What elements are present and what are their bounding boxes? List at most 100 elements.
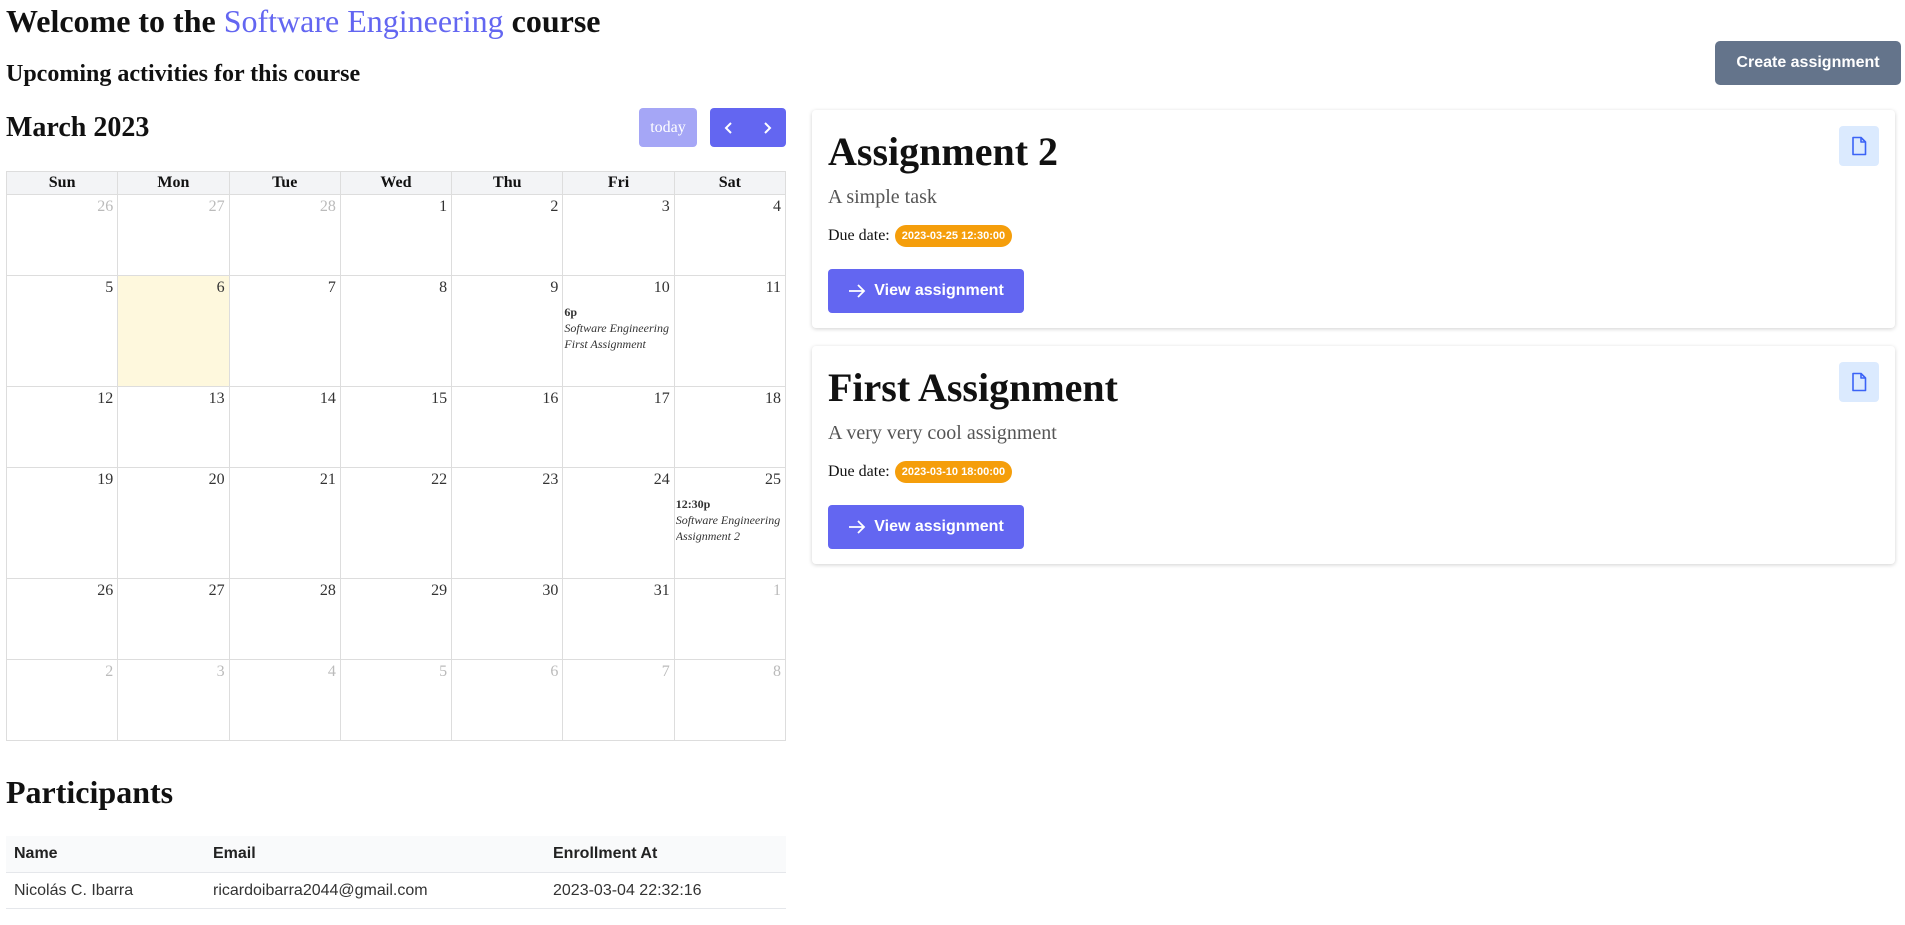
next-month-button[interactable]: [748, 108, 786, 147]
calendar-day[interactable]: 18: [673, 386, 787, 468]
today-button[interactable]: today: [639, 108, 697, 147]
day-number[interactable]: 21: [320, 471, 336, 489]
day-number[interactable]: 16: [542, 390, 558, 408]
calendar-day[interactable]: 28: [228, 578, 341, 660]
day-number[interactable]: 26: [97, 582, 113, 600]
day-number[interactable]: 1: [773, 582, 781, 600]
day-number[interactable]: 22: [431, 471, 447, 489]
table-header-row: Name Email Enrollment At: [6, 836, 786, 873]
document-icon: [1852, 136, 1867, 156]
calendar-day[interactable]: 6: [451, 659, 564, 741]
day-number[interactable]: 1: [439, 198, 447, 216]
day-number[interactable]: 27: [209, 198, 225, 216]
day-number[interactable]: 4: [328, 663, 336, 681]
view-assignment-button[interactable]: View assignment: [828, 269, 1024, 313]
day-number[interactable]: 12: [97, 390, 113, 408]
calendar-day[interactable]: 7: [562, 659, 675, 741]
calendar-day[interactable]: 27: [117, 578, 230, 660]
calendar-day[interactable]: 4: [228, 659, 341, 741]
day-number[interactable]: 2: [550, 198, 558, 216]
title-suffix: course: [511, 3, 601, 39]
calendar-day[interactable]: 2: [451, 194, 564, 276]
calendar-day[interactable]: 6: [117, 275, 230, 387]
day-number[interactable]: 15: [431, 390, 447, 408]
day-number[interactable]: 9: [550, 279, 558, 297]
day-number[interactable]: 3: [217, 663, 225, 681]
calendar-day[interactable]: 30: [451, 578, 564, 660]
day-number[interactable]: 6: [550, 663, 558, 681]
day-number[interactable]: 6: [217, 279, 225, 297]
day-number[interactable]: 5: [105, 279, 113, 297]
view-assignment-button[interactable]: View assignment: [828, 505, 1024, 549]
calendar-day[interactable]: 8: [673, 659, 787, 741]
day-number[interactable]: 19: [97, 471, 113, 489]
document-button[interactable]: [1839, 362, 1879, 402]
day-number[interactable]: 2: [105, 663, 113, 681]
calendar-day[interactable]: 22: [339, 467, 453, 579]
calendar-day[interactable]: 3: [117, 659, 230, 741]
day-number[interactable]: 25: [765, 471, 781, 489]
calendar-day[interactable]: 24: [562, 467, 675, 579]
day-number[interactable]: 8: [439, 279, 447, 297]
day-number[interactable]: 7: [662, 663, 670, 681]
day-number[interactable]: 26: [97, 198, 113, 216]
event-name: Assignment 2: [675, 529, 741, 543]
calendar-day[interactable]: 11: [673, 275, 787, 387]
calendar-event[interactable]: 6p Software Engineering First Assignment: [564, 304, 673, 352]
calendar-day[interactable]: 7: [228, 275, 341, 387]
calendar-day[interactable]: 14: [228, 386, 341, 468]
day-number[interactable]: 18: [765, 390, 781, 408]
calendar-day[interactable]: 19: [5, 467, 119, 579]
calendar-day[interactable]: 27: [117, 194, 230, 276]
day-number[interactable]: 5: [439, 663, 447, 681]
calendar-day[interactable]: 21: [228, 467, 341, 579]
day-number[interactable]: 10: [654, 279, 670, 297]
calendar-day[interactable]: 15: [339, 386, 453, 468]
prev-month-button[interactable]: [710, 108, 748, 147]
calendar-day[interactable]: 9: [451, 275, 564, 387]
day-number[interactable]: 8: [773, 663, 781, 681]
day-number[interactable]: 31: [654, 582, 670, 600]
calendar-day[interactable]: 17: [562, 386, 675, 468]
day-number[interactable]: 4: [773, 198, 781, 216]
calendar-day[interactable]: 13: [117, 386, 230, 468]
calendar-day[interactable]: 26: [5, 578, 119, 660]
weekday-header: Fri: [562, 171, 675, 195]
document-button[interactable]: [1839, 126, 1879, 166]
calendar-day[interactable]: 5: [339, 659, 453, 741]
calendar-day[interactable]: 23: [451, 467, 564, 579]
create-assignment-button[interactable]: Create assignment: [1715, 41, 1901, 85]
day-number[interactable]: 28: [320, 582, 336, 600]
calendar-day[interactable]: 5: [5, 275, 119, 387]
calendar-day[interactable]: 16: [451, 386, 564, 468]
calendar-day[interactable]: 31: [562, 578, 675, 660]
day-number[interactable]: 27: [209, 582, 225, 600]
participants-title: Participants: [6, 774, 174, 810]
day-number[interactable]: 13: [209, 390, 225, 408]
day-number[interactable]: 14: [320, 390, 336, 408]
day-number[interactable]: 30: [542, 582, 558, 600]
day-number[interactable]: 28: [320, 198, 336, 216]
day-number[interactable]: 20: [209, 471, 225, 489]
calendar-day[interactable]: 10 6p Software Engineering First Assignment: [562, 275, 675, 387]
calendar-day[interactable]: 2: [5, 659, 119, 741]
day-number[interactable]: 24: [654, 471, 670, 489]
calendar-day[interactable]: 25 12:30p Software Engineering Assignment 2: [673, 467, 787, 579]
day-number[interactable]: 17: [654, 390, 670, 408]
calendar-day[interactable]: 26: [5, 194, 119, 276]
calendar-day[interactable]: 28: [228, 194, 341, 276]
day-number[interactable]: 7: [328, 279, 336, 297]
calendar-day[interactable]: 20: [117, 467, 230, 579]
calendar-day[interactable]: 8: [339, 275, 453, 387]
day-number[interactable]: 29: [431, 582, 447, 600]
calendar-day[interactable]: 1: [673, 578, 787, 660]
day-number[interactable]: 3: [662, 198, 670, 216]
calendar-event[interactable]: 12:30p Software Engineering Assignment 2: [676, 496, 785, 544]
day-number[interactable]: 11: [766, 279, 781, 297]
calendar-day[interactable]: 29: [339, 578, 453, 660]
day-number[interactable]: 23: [542, 471, 558, 489]
calendar-day[interactable]: 4: [673, 194, 787, 276]
calendar-day[interactable]: 3: [562, 194, 675, 276]
calendar-day[interactable]: 12: [5, 386, 119, 468]
calendar-day[interactable]: 1: [339, 194, 453, 276]
